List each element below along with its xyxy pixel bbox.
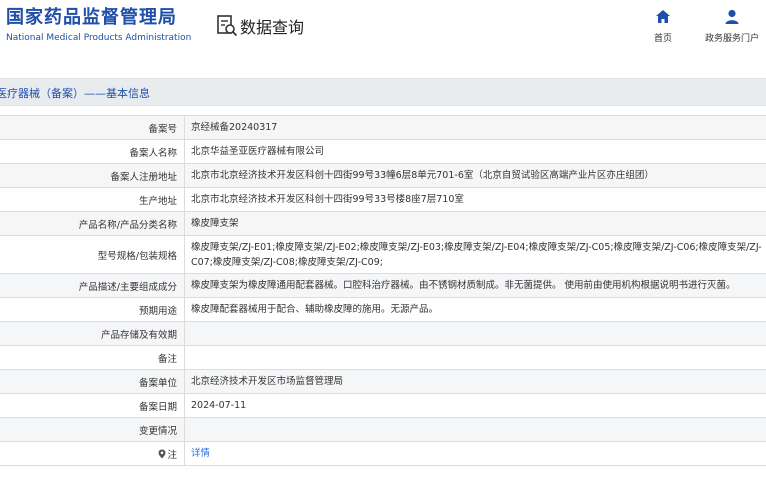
row-label-note: 注 (0, 442, 185, 465)
row-label: 产品存储及有效期 (0, 322, 185, 345)
detail-table: 备案号 京经械备20240317 备案人名称 北京华益圣亚医疗器械有限公司 备案… (0, 115, 766, 466)
row-label: 备案人注册地址 (0, 164, 185, 187)
details-link[interactable]: 详情 (185, 442, 766, 465)
nav-home-label: 首页 (653, 34, 672, 44)
row-label: 备案人名称 (0, 140, 185, 163)
table-row: 预期用途 橡皮障配套器械用于配合、辅助橡皮障的施用。无源产品。 (0, 298, 766, 322)
row-value (185, 322, 766, 345)
row-value: 北京华益圣亚医疗器械有限公司 (191, 146, 325, 157)
table-row: 产品名称/产品分类名称 橡皮障支架 (0, 212, 766, 236)
section-title-bar: 医疗器械（备案）——基本信息 (0, 78, 766, 106)
table-row: 备案人名称 北京华益圣亚医疗器械有限公司 (0, 140, 766, 164)
nav-home-link[interactable]: 首页 (648, 8, 678, 44)
table-row: 备案号 京经械备20240317 (0, 116, 766, 140)
site-header: 国家药品监督管理局 National Medical Products Admi… (0, 0, 766, 58)
row-value: 橡皮障配套器械用于配合、辅助橡皮障的施用。无源产品。 (191, 304, 439, 315)
home-icon (656, 10, 670, 23)
data-query-heading: 数据查询 (216, 14, 304, 38)
row-label: 生产地址 (0, 188, 185, 211)
note-label-text: 注 (167, 449, 177, 461)
row-label: 产品描述/主要组成成分 (0, 274, 185, 297)
row-value: 橡皮障支架 (191, 218, 239, 229)
row-value: 北京市北京经济技术开发区科创十四街99号33号楼8座7层710室 (191, 194, 464, 205)
user-icon (725, 9, 739, 24)
table-row: 型号规格/包装规格 橡皮障支架/ZJ-E01;橡皮障支架/ZJ-E02;橡皮障支… (0, 236, 766, 274)
row-label: 备案号 (0, 116, 185, 139)
row-label: 备案单位 (0, 370, 185, 393)
row-label: 预期用途 (0, 298, 185, 321)
nav-service-portal-link[interactable]: 政务服务门户 (700, 8, 764, 44)
table-row: 注 详情 (0, 442, 766, 466)
location-pin-icon (158, 449, 166, 458)
table-row: 产品存储及有效期 (0, 322, 766, 346)
table-row: 备注 (0, 346, 766, 370)
nav-service-label: 政务服务门户 (704, 34, 759, 44)
data-query-label: 数据查询 (240, 18, 305, 37)
row-value: 橡皮障支架/ZJ-E01;橡皮障支架/ZJ-E02;橡皮障支架/ZJ-E03;橡… (191, 241, 762, 268)
row-label: 产品名称/产品分类名称 (0, 212, 185, 235)
logo-english: National Medical Products Administration (6, 33, 192, 43)
table-row: 变更情况 (0, 418, 766, 442)
row-value: 2024-07-11 (191, 400, 247, 411)
row-label: 备案日期 (0, 394, 185, 417)
table-row: 备案单位 北京经济技术开发区市场监督管理局 (0, 370, 766, 394)
table-row: 生产地址 北京市北京经济技术开发区科创十四街99号33号楼8座7层710室 (0, 188, 766, 212)
section-title: 医疗器械（备案）——基本信息 (0, 87, 150, 100)
row-value (185, 418, 766, 441)
table-row: 备案日期 2024-07-11 (0, 394, 766, 418)
row-value: 北京市北京经济技术开发区科创十四街99号33幢6层8单元701-6室（北京自贸试… (191, 170, 654, 181)
data-query-icon (217, 15, 238, 37)
row-label: 备注 (0, 346, 185, 369)
row-value: 橡皮障支架为橡皮障通用配套器械。口腔科治疗器械。由不锈钢材质制成。非无菌提供。 … (191, 280, 736, 291)
table-row: 备案人注册地址 北京市北京经济技术开发区科创十四街99号33幢6层8单元701-… (0, 164, 766, 188)
site-logo[interactable]: 国家药品监督管理局 National Medical Products Admi… (6, 7, 191, 45)
row-value: 北京经济技术开发区市场监督管理局 (191, 376, 344, 387)
row-value (185, 346, 766, 369)
row-value: 京经械备20240317 (191, 122, 278, 133)
row-label: 型号规格/包装规格 (0, 236, 185, 273)
row-label: 变更情况 (0, 418, 185, 441)
table-row: 产品描述/主要组成成分 橡皮障支架为橡皮障通用配套器械。口腔科治疗器械。由不锈钢… (0, 274, 766, 298)
logo-chinese: 国家药品监督管理局 (6, 7, 177, 28)
